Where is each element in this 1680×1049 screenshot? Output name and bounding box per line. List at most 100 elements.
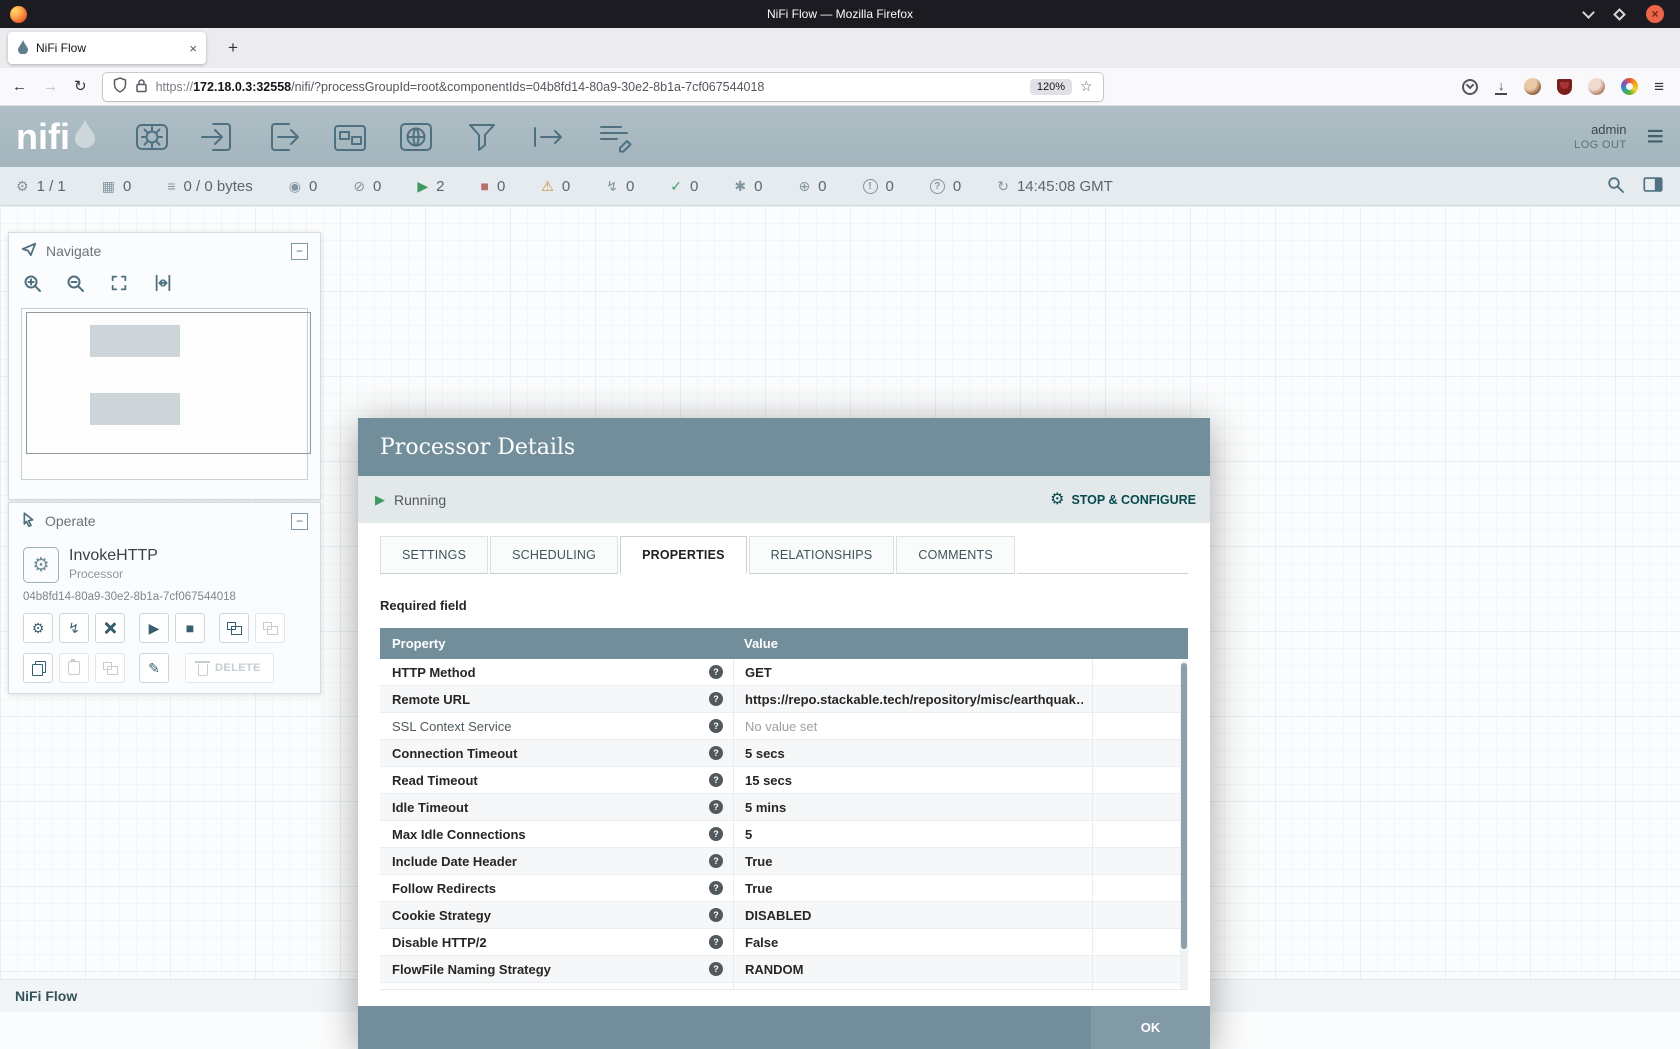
funnel-component-icon[interactable] — [463, 118, 501, 156]
label-component-icon[interactable] — [595, 118, 633, 156]
birdseye-minimap[interactable] — [21, 308, 308, 480]
window-minimize-icon[interactable] — [1582, 6, 1595, 19]
property-row[interactable]: FlowFile Naming Strategy?RANDOM — [380, 956, 1188, 983]
property-value-cell[interactable]: 5 secs — [733, 740, 1092, 766]
zoom-out-icon[interactable] — [66, 274, 85, 298]
ok-button[interactable]: OK — [1091, 1006, 1210, 1049]
extension-pinwheel-icon[interactable] — [1621, 78, 1638, 95]
process-group-component-icon[interactable] — [331, 118, 369, 156]
property-row[interactable]: Attributes to Send?No value set — [380, 983, 1188, 990]
extension-avatar-icon[interactable] — [1524, 78, 1541, 95]
template-button[interactable] — [95, 653, 125, 683]
help-icon[interactable]: ? — [709, 773, 723, 787]
property-value-cell[interactable]: https://repo.stackable.tech/repository/m… — [733, 686, 1092, 712]
remote-process-group-component-icon[interactable] — [397, 118, 435, 156]
window-maximize-icon[interactable] — [1613, 8, 1626, 21]
logout-link[interactable]: LOG OUT — [1574, 139, 1626, 151]
delete-button[interactable]: DELETE — [185, 653, 274, 683]
copy-button[interactable] — [23, 653, 53, 683]
template-component-icon[interactable] — [529, 118, 567, 156]
property-value-cell[interactable]: True — [733, 848, 1092, 874]
property-row[interactable]: Read Timeout?15 secs — [380, 767, 1188, 794]
enable-button[interactable]: ↯ — [59, 613, 89, 643]
property-row[interactable]: Connection Timeout?5 secs — [380, 740, 1188, 767]
property-value-cell[interactable]: No value set — [733, 983, 1092, 990]
breadcrumb-nifi-flow[interactable]: NiFi Flow — [15, 988, 77, 1004]
start-button[interactable]: ▶ — [139, 613, 169, 643]
stop-button[interactable]: ■ — [175, 613, 205, 643]
zoom-indicator[interactable]: 120% — [1030, 79, 1072, 95]
property-row[interactable]: Idle Timeout?5 mins — [380, 794, 1188, 821]
help-icon[interactable]: ? — [709, 719, 723, 733]
property-row[interactable]: Follow Redirects?True — [380, 875, 1188, 902]
configure-button[interactable]: ⚙ — [23, 613, 53, 643]
tab-relationships[interactable]: RELATIONSHIPS — [749, 536, 895, 574]
navigate-collapse-icon[interactable]: − — [291, 243, 308, 260]
operate-collapse-icon[interactable]: − — [291, 513, 308, 530]
tab-close-icon[interactable]: × — [189, 41, 197, 56]
url-bar[interactable]: https://172.18.0.3:32558/nifi/?processGr… — [103, 73, 1103, 101]
window-close-icon[interactable]: × — [1646, 5, 1664, 23]
zoom-actual-size-icon[interactable] — [153, 273, 173, 298]
back-button[interactable]: ← — [12, 79, 27, 94]
zoom-in-icon[interactable] — [23, 274, 42, 298]
flow-canvas[interactable]: Navigate − Operate − — [0, 206, 1680, 1012]
help-icon[interactable]: ? — [709, 962, 723, 976]
property-value-cell[interactable]: False — [733, 929, 1092, 955]
refresh-icon[interactable]: ↻ — [997, 179, 1009, 193]
connection-lock-icon[interactable] — [135, 78, 148, 96]
property-row[interactable]: Disable HTTP/2?False — [380, 929, 1188, 956]
property-value-cell[interactable]: 5 mins — [733, 794, 1092, 820]
global-menu-icon[interactable]: ≡ — [1646, 125, 1664, 149]
help-icon[interactable]: ? — [709, 908, 723, 922]
account-avatar-icon[interactable] — [1588, 78, 1605, 95]
tracking-protection-shield-icon[interactable] — [113, 77, 127, 96]
tab-properties[interactable]: PROPERTIES — [620, 536, 747, 574]
help-icon[interactable]: ? — [709, 881, 723, 895]
forward-button[interactable]: → — [43, 79, 58, 94]
property-value-cell[interactable]: RANDOM — [733, 956, 1092, 982]
scrollbar-thumb[interactable] — [1181, 663, 1187, 949]
property-value-cell[interactable]: True — [733, 875, 1092, 901]
property-value-cell[interactable]: No value set — [733, 713, 1092, 739]
browser-menu-icon[interactable]: ≡ — [1654, 77, 1664, 97]
zoom-fit-icon[interactable] — [109, 273, 129, 298]
ungroup-button[interactable] — [255, 613, 285, 643]
tab-comments[interactable]: COMMENTS — [896, 536, 1015, 574]
new-tab-button[interactable]: + — [218, 36, 248, 60]
output-port-component-icon[interactable] — [265, 118, 303, 156]
change-color-button[interactable]: ✎ — [139, 653, 169, 683]
property-row[interactable]: Include Date Header?True — [380, 848, 1188, 875]
url-text[interactable]: https://172.18.0.3:32558/nifi/?processGr… — [156, 80, 1022, 94]
help-icon[interactable]: ? — [709, 854, 723, 868]
tab-scheduling[interactable]: SCHEDULING — [490, 536, 618, 574]
property-row[interactable]: Cookie Strategy?DISABLED — [380, 902, 1188, 929]
paste-button[interactable] — [59, 653, 89, 683]
search-icon[interactable] — [1607, 176, 1624, 197]
help-icon[interactable]: ? — [709, 692, 723, 706]
help-icon[interactable]: ? — [709, 827, 723, 841]
ublock-shield-icon[interactable] — [1557, 79, 1572, 95]
panel-toggle-icon[interactable] — [1642, 175, 1664, 198]
pocket-icon[interactable] — [1462, 79, 1478, 95]
input-port-component-icon[interactable] — [199, 118, 237, 156]
stop-and-configure-button[interactable]: ⚙ STOP & CONFIGURE — [1050, 492, 1196, 508]
browser-tab-nifi-flow[interactable]: NiFi Flow × — [8, 32, 206, 64]
property-row[interactable]: SSL Context Service?No value set — [380, 713, 1188, 740]
property-value-cell[interactable]: GET — [733, 659, 1092, 685]
tab-settings[interactable]: SETTINGS — [380, 536, 488, 574]
advanced-button[interactable] — [95, 613, 125, 643]
help-icon[interactable]: ? — [709, 989, 723, 990]
property-value-cell[interactable]: 5 — [733, 821, 1092, 847]
property-row[interactable]: HTTP Method?GET — [380, 659, 1188, 686]
nifi-logo[interactable]: nifi — [16, 118, 97, 155]
help-icon[interactable]: ? — [709, 800, 723, 814]
help-icon[interactable]: ? — [709, 665, 723, 679]
property-row[interactable]: Remote URL?https://repo.stackable.tech/r… — [380, 686, 1188, 713]
table-scrollbar[interactable] — [1180, 661, 1188, 990]
help-icon[interactable]: ? — [709, 746, 723, 760]
group-button[interactable] — [219, 613, 249, 643]
help-icon[interactable]: ? — [709, 935, 723, 949]
property-row[interactable]: Max Idle Connections?5 — [380, 821, 1188, 848]
processor-component-icon[interactable] — [133, 118, 171, 156]
